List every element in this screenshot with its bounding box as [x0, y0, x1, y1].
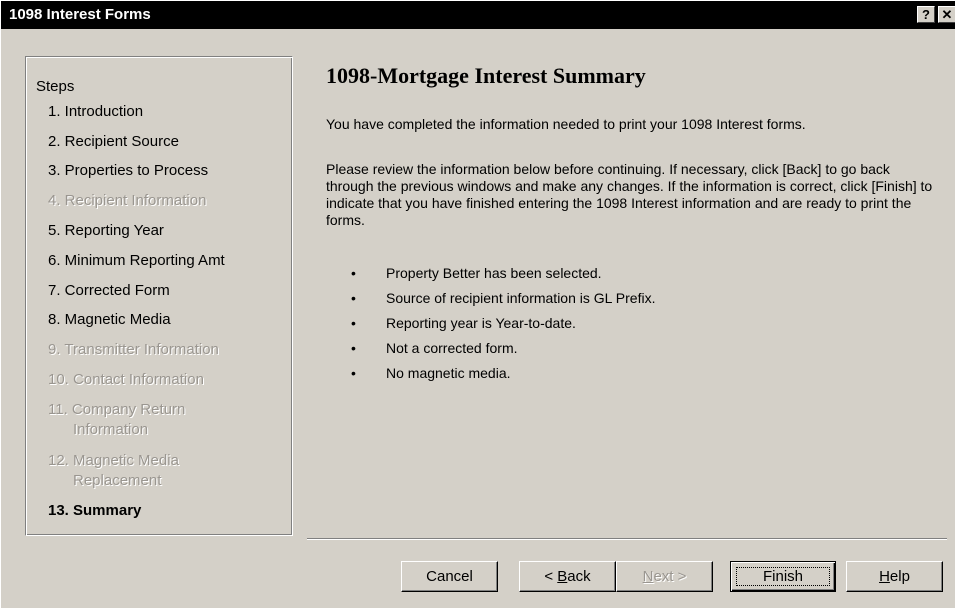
- window-title: 1098 Interest Forms: [9, 6, 151, 23]
- step-company-return: 11. Company Return: [48, 401, 186, 418]
- back-button-mnemonic: B: [557, 568, 568, 585]
- bullet-icon: •: [351, 365, 356, 381]
- summary-item: • Property Better has been selected.: [351, 265, 602, 281]
- summary-item-text: Reporting year is Year-to-date.: [386, 315, 576, 331]
- steps-header: Steps: [36, 78, 75, 95]
- step-minimum-reporting-amt: 6. Minimum Reporting Amt: [48, 252, 225, 269]
- summary-item: • Reporting year is Year-to-date.: [351, 315, 576, 331]
- title-bar[interactable]: 1098 Interest Forms ? ✕: [1, 1, 955, 29]
- summary-item-text: No magnetic media.: [386, 365, 511, 381]
- next-button[interactable]: Next >: [616, 561, 713, 592]
- summary-item: • Source of recipient information is GL P…: [351, 290, 656, 306]
- step-reporting-year: 5. Reporting Year: [48, 222, 164, 239]
- step-transmitter-information: 9. Transmitter Information: [48, 341, 219, 358]
- bullet-icon: •: [351, 340, 356, 356]
- button-separator: [307, 538, 947, 540]
- context-help-icon[interactable]: ?: [917, 6, 935, 23]
- summary-item: • No magnetic media.: [351, 365, 511, 381]
- step-properties-to-process: 3. Properties to Process: [48, 162, 209, 179]
- summary-item-text: Source of recipient information is GL Pr…: [386, 290, 656, 306]
- cancel-button[interactable]: Cancel: [401, 561, 498, 592]
- bullet-icon: •: [351, 315, 356, 331]
- wizard-window: 1098 Interest Forms ? ✕ Steps 1. Introdu…: [0, 0, 955, 608]
- back-button-rest: ack: [567, 568, 591, 585]
- help-button-mnemonic: H: [879, 568, 890, 585]
- step-recipient-information: 4. Recipient Information: [48, 192, 207, 209]
- back-button-prefix: <: [544, 568, 558, 585]
- step-magnetic-media-replacement-line2: Replacement: [73, 472, 162, 489]
- step-corrected-form: 7. Corrected Form: [48, 282, 170, 299]
- help-button[interactable]: Help: [846, 561, 943, 592]
- bullet-icon: •: [351, 290, 356, 306]
- summary-item: • Not a corrected form.: [351, 340, 518, 356]
- steps-panel: Steps 1. Introduction 2. Recipient Sourc…: [25, 56, 293, 536]
- intro-text: You have completed the information neede…: [326, 116, 806, 132]
- help-button-rest: elp: [889, 568, 910, 585]
- finish-button[interactable]: Finish: [730, 561, 836, 592]
- back-button[interactable]: < Back: [519, 561, 616, 592]
- step-recipient-source: 2. Recipient Source: [48, 133, 179, 150]
- summary-item-text: Not a corrected form.: [386, 340, 518, 356]
- step-summary: 13. Summary: [48, 502, 142, 519]
- summary-item-text: Property Better has been selected.: [386, 265, 602, 281]
- next-button-rest: ext >: [653, 568, 687, 585]
- bullet-icon: •: [351, 265, 356, 281]
- step-magnetic-media: 8. Magnetic Media: [48, 311, 171, 328]
- page-title: 1098-Mortgage Interest Summary: [326, 63, 646, 88]
- review-text: Please review the information below befo…: [326, 161, 933, 228]
- step-contact-information: 10. Contact Information: [48, 371, 204, 388]
- step-introduction: 1. Introduction: [48, 103, 144, 120]
- finish-focus-rect: Finish: [736, 567, 830, 586]
- step-magnetic-media-replacement: 12. Magnetic Media: [48, 452, 179, 469]
- step-company-return-line2: Information: [73, 421, 149, 438]
- next-button-mnemonic: N: [642, 568, 654, 585]
- close-icon[interactable]: ✕: [938, 6, 955, 23]
